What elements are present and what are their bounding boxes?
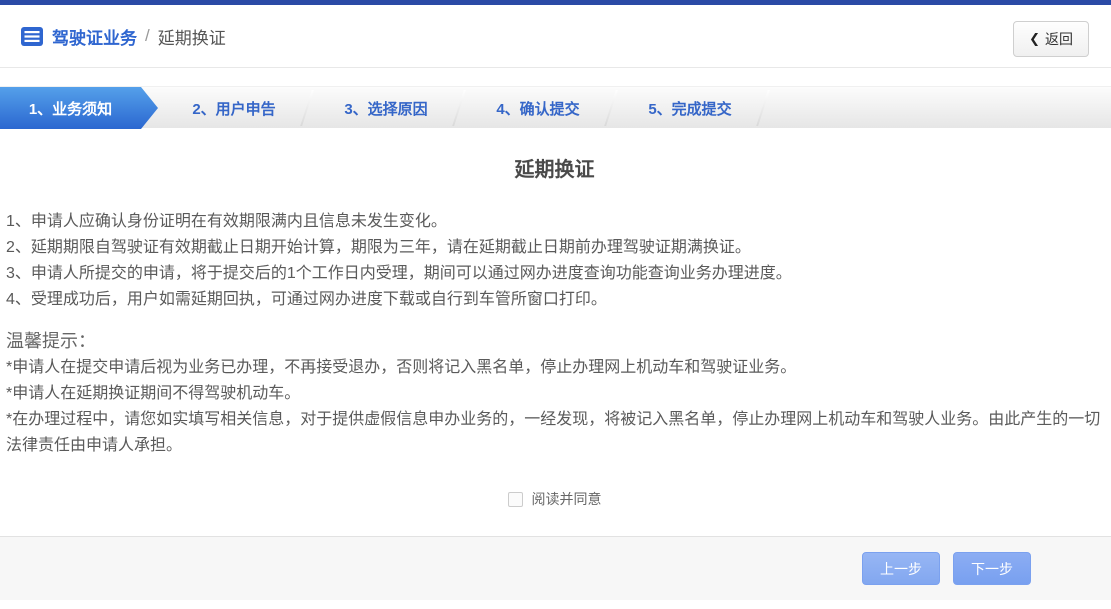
- previous-step-button[interactable]: 上一步: [862, 552, 940, 585]
- tip-item-1: *申请人在提交申请后视为业务已办理，不再接受退办，否则将记入黑名单，停止办理网上…: [6, 355, 1103, 381]
- footer-action-bar: 上一步 下一步: [0, 536, 1111, 600]
- agree-checkbox-label[interactable]: 阅读并同意: [532, 489, 602, 509]
- next-step-button[interactable]: 下一步: [953, 552, 1031, 585]
- back-button[interactable]: ❮ 返回: [1013, 21, 1089, 57]
- agree-checkbox[interactable]: [508, 492, 523, 507]
- step-progress-bar: 1、业务须知 2、用户申告 3、选择原因 4、确认提交 5、完成提交: [0, 86, 1111, 128]
- notice-item-4: 4、受理成功后，用户如需延期回执，可通过网办进度下载或自行到车管所窗口打印。: [6, 287, 1103, 313]
- step-5-finish-submit: 5、完成提交: [614, 87, 766, 129]
- step-label: 5、完成提交: [648, 98, 731, 119]
- breadcrumb-current-page: 延期换证: [158, 24, 226, 49]
- step-label: 4、确认提交: [496, 98, 579, 119]
- step-label: 3、选择原因: [344, 98, 427, 119]
- page: 驾驶证业务 / 延期换证 ❮ 返回 1、业务须知 2、用户申告 3、选择原因 4…: [0, 0, 1111, 609]
- step-2-user-declaration: 2、用户申告: [158, 87, 310, 129]
- back-button-label: 返回: [1045, 29, 1073, 49]
- step-label: 2、用户申告: [192, 98, 275, 119]
- breadcrumb: 驾驶证业务 / 延期换证: [20, 24, 226, 49]
- breadcrumb-separator: /: [145, 26, 150, 46]
- chevron-left-icon: ❮: [1029, 31, 1040, 47]
- breadcrumb-driver-license-business[interactable]: 驾驶证业务: [52, 24, 137, 49]
- notice-item-2: 2、延期期限自驾驶证有效期截止日期开始计算，期限为三年，请在延期截止日期前办理驾…: [6, 235, 1103, 261]
- tip-item-2: *申请人在延期换证期间不得驾驶机动车。: [6, 381, 1103, 407]
- step-3-select-reason: 3、选择原因: [310, 87, 462, 129]
- list-icon: [20, 26, 44, 47]
- main-content: 延期换证 1、申请人应确认身份证明在有效期限满内且信息未发生变化。 2、延期期限…: [0, 153, 1111, 509]
- notice-item-3: 3、申请人所提交的申请，将于提交后的1个工作日内受理，期间可以通过网办进度查询功…: [6, 261, 1103, 287]
- tip-item-3: *在办理过程中，请您如实填写相关信息，对于提供虚假信息申办业务的，一经发现，将被…: [6, 407, 1103, 459]
- notice-item-1: 1、申请人应确认身份证明在有效期限满内且信息未发生变化。: [6, 209, 1103, 235]
- step-label: 1、业务须知: [29, 98, 112, 119]
- step-bar-filler: [766, 87, 1111, 128]
- step-1-business-notice: 1、业务须知: [0, 87, 158, 129]
- header: 驾驶证业务 / 延期换证 ❮ 返回: [0, 5, 1111, 68]
- page-title: 延期换证: [6, 153, 1103, 182]
- agreement-row: 阅读并同意: [6, 489, 1103, 509]
- step-4-confirm-submit: 4、确认提交: [462, 87, 614, 129]
- warm-tips-heading: 温馨提示：: [6, 327, 1103, 355]
- warm-tips-list: *申请人在提交申请后视为业务已办理，不再接受退办，否则将记入黑名单，停止办理网上…: [6, 355, 1103, 459]
- notice-list: 1、申请人应确认身份证明在有效期限满内且信息未发生变化。 2、延期期限自驾驶证有…: [6, 209, 1103, 313]
